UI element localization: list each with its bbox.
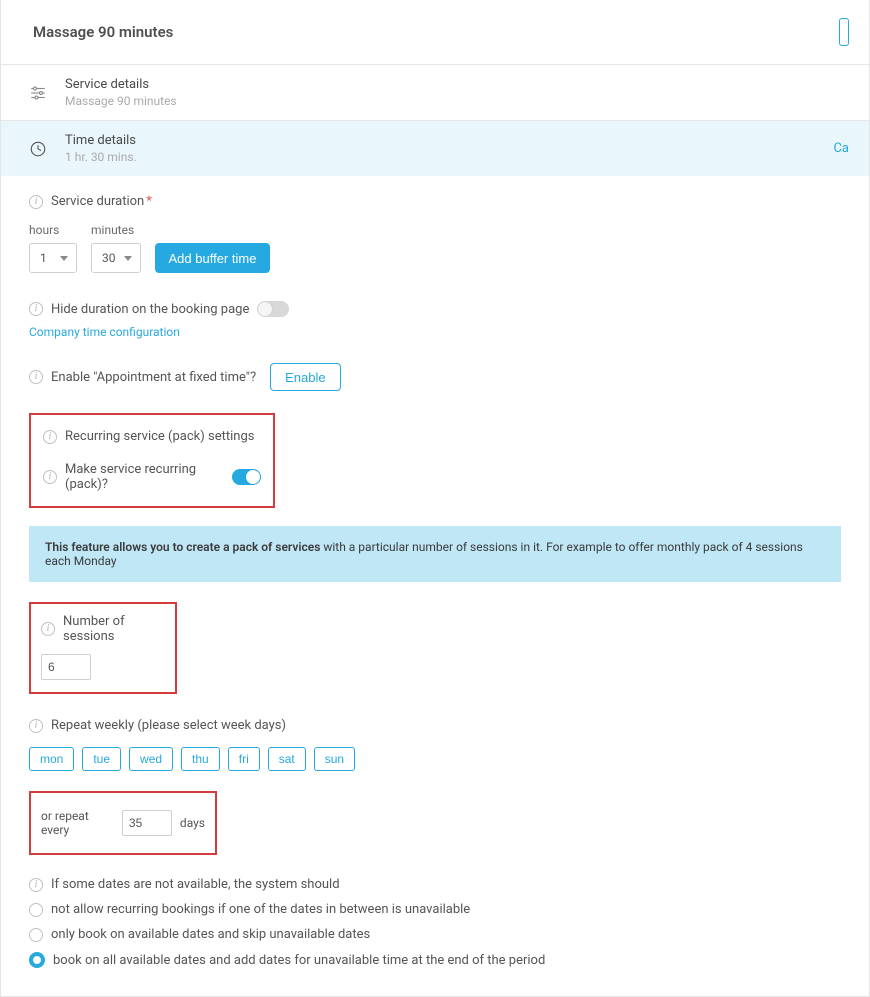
day-sat[interactable]: sat [268,747,306,771]
info-icon: i [43,470,57,484]
add-buffer-time-button[interactable]: Add buffer time [155,243,271,273]
info-icon: i [43,430,57,444]
minutes-label: minutes [91,223,141,237]
info-icon: i [29,370,43,384]
time-details-section: Time details 1 hr. 30 mins. Ca [1,121,869,176]
hours-label: hours [29,223,77,237]
repeat-every-input[interactable] [122,810,172,836]
service-details-subtitle: Massage 90 minutes [65,94,177,108]
number-of-sessions-input[interactable] [41,654,91,680]
number-of-sessions-label: Number of sessions [63,614,165,644]
radio-icon [29,903,43,917]
hide-duration-label: Hide duration on the booking page [51,302,249,317]
hide-duration-toggle[interactable] [257,301,289,317]
day-wed[interactable]: wed [129,747,173,771]
radio-icon [29,928,43,942]
repeat-every-prefix: or repeat every [41,809,114,837]
unavailable-option-1[interactable]: not allow recurring bookings if one of t… [29,902,841,917]
minutes-select[interactable]: 30 [91,243,141,273]
info-icon: i [29,302,43,316]
number-of-sessions-highlight: i Number of sessions [29,602,177,694]
hours-select[interactable]: 1 [29,243,77,273]
info-icon: i [29,878,43,892]
recurring-settings-label: Recurring service (pack) settings [65,429,254,444]
info-icon: i [29,719,43,733]
unavailable-option-3[interactable]: book on all available dates and add date… [29,952,841,968]
enable-fixed-time-button[interactable]: Enable [270,363,340,391]
make-recurring-toggle[interactable] [232,469,261,485]
sliders-icon [29,84,47,102]
time-details-title: Time details [65,133,137,148]
recurring-settings-highlight: i Recurring service (pack) settings i Ma… [29,413,275,508]
repeat-every-highlight: or repeat every days [29,791,217,855]
day-tue[interactable]: tue [82,747,121,771]
day-sun[interactable]: sun [314,747,355,771]
clock-icon [29,140,47,158]
page-header: Massage 90 minutes [1,0,869,65]
day-fri[interactable]: fri [228,747,260,771]
page-title: Massage 90 minutes [33,23,173,41]
radio-icon-selected [29,952,45,968]
info-icon: i [41,622,55,636]
make-recurring-label: Make service recurring (pack)? [65,462,224,492]
unavailable-heading: If some dates are not available, the sys… [51,877,340,892]
header-action-button[interactable] [839,18,849,46]
fixed-time-label: Enable "Appointment at fixed time"? [51,370,256,385]
time-details-subtitle: 1 hr. 30 mins. [65,150,137,164]
company-time-config-link[interactable]: Company time configuration [29,325,841,339]
service-details-title: Service details [65,77,177,92]
time-details-action-link[interactable]: Ca [833,141,849,156]
day-thu[interactable]: thu [181,747,220,771]
repeat-every-suffix: days [180,816,205,830]
unavailable-option-2[interactable]: only book on available dates and skip un… [29,927,841,942]
day-mon[interactable]: mon [29,747,74,771]
service-details-section[interactable]: Service details Massage 90 minutes [1,65,869,121]
service-duration-label: Service duration* [51,194,152,209]
info-icon: i [29,195,43,209]
repeat-weekly-label: Repeat weekly (please select week days) [51,718,286,733]
recurring-info-banner: This feature allows you to create a pack… [29,526,841,582]
